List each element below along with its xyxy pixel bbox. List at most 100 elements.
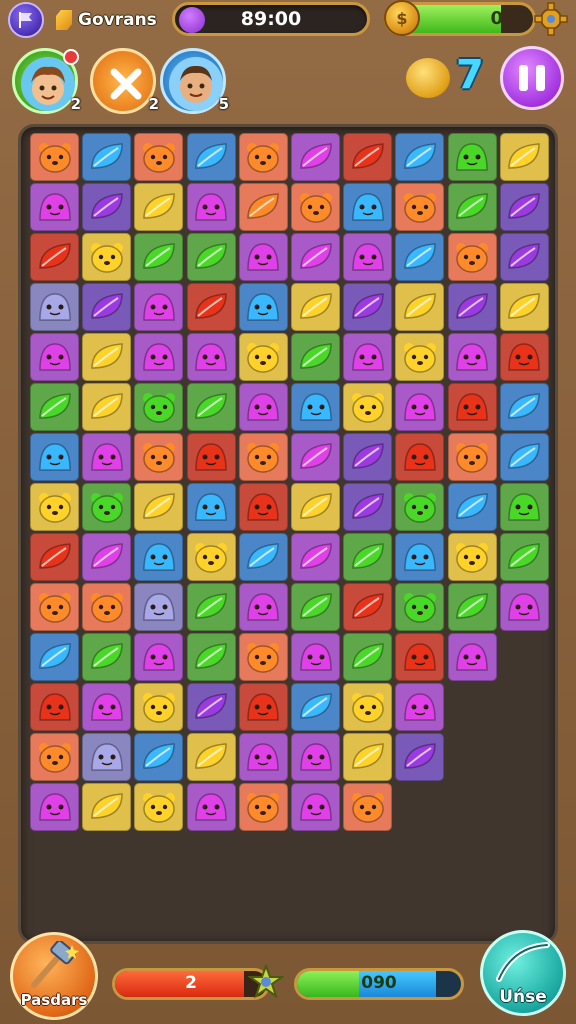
tile-cyan-slime[interactable] [343,183,393,231]
pause-button[interactable] [500,46,564,110]
tile-yellow-leaf[interactable] [82,383,132,431]
tile-orange-hamster[interactable] [447,433,497,481]
tile-violet-leaf[interactable] [343,433,393,481]
tile-cyan-leaf[interactable] [447,483,497,531]
tile-cyan-slime[interactable] [134,533,184,581]
tile-orange-hamster[interactable] [82,583,132,631]
tile-red-slime[interactable] [447,383,497,431]
gear-icon[interactable] [534,2,568,36]
tile-orange-hamster[interactable] [395,183,445,231]
tile-green-slime[interactable] [447,133,497,181]
tile-cyan-leaf[interactable] [395,233,445,281]
tile-magenta-leaf[interactable] [291,433,340,481]
menu-button[interactable] [8,2,44,38]
tile-cyan-leaf[interactable] [238,533,288,581]
tile-green-leaf[interactable] [447,583,497,631]
tile-red-leaf[interactable] [30,533,79,581]
tile-green-leaf[interactable] [186,583,236,631]
tile-cyan-slime[interactable] [30,433,79,481]
tile-violet-leaf[interactable] [82,283,132,331]
tile-green-leaf[interactable] [186,383,236,431]
tile-magenta-slime[interactable] [238,383,288,431]
tile-cyan-leaf[interactable] [395,133,445,181]
tile-yellow-leaf[interactable] [82,333,132,381]
tile-magenta-slime[interactable] [30,183,79,231]
use-button[interactable]: Uńse [480,930,566,1016]
tile-cyan-leaf[interactable] [499,383,549,431]
tile-magenta-slime[interactable] [395,683,445,731]
tile-orange-hamster[interactable] [238,633,288,681]
tile-cyan-slime[interactable] [186,483,236,531]
tile-violet-leaf[interactable] [82,183,132,231]
tile-orange-hamster[interactable] [447,233,497,281]
tile-red-leaf[interactable] [343,583,393,631]
tile-magenta-slime[interactable] [30,783,79,831]
tile-green-leaf[interactable] [343,533,393,581]
tile-green-slime[interactable] [499,483,549,531]
tile-magenta-leaf[interactable] [291,133,340,181]
tile-cyan-slime[interactable] [291,383,340,431]
tile-magenta-slime[interactable] [343,333,393,381]
tile-magenta-slime[interactable] [447,333,497,381]
tile-violet-leaf[interactable] [343,283,393,331]
tile-red-leaf[interactable] [186,283,236,331]
tile-cyan-leaf[interactable] [186,133,236,181]
tile-cyan-leaf[interactable] [30,633,79,681]
player-avatar[interactable]: 2 [12,48,81,114]
tile-yellow-leaf[interactable] [395,283,445,331]
tile-magenta-slime[interactable] [186,783,236,831]
tile-magenta-leaf[interactable] [291,233,340,281]
tile-orange-hamster[interactable] [238,433,288,481]
tile-red-slime[interactable] [30,683,79,731]
tile-green-hamster[interactable] [395,583,445,631]
tile-red-slime[interactable] [395,433,445,481]
tile-yellow-leaf[interactable] [291,483,340,531]
tile-red-slime[interactable] [499,333,549,381]
tile-green-hamster[interactable] [82,483,132,531]
tile-yellow-hamster[interactable] [343,383,393,431]
tile-cyan-leaf[interactable] [499,433,549,481]
tile-green-leaf[interactable] [291,333,340,381]
tile-cyan-slime[interactable] [238,283,288,331]
tile-yellow-hamster[interactable] [343,683,393,731]
tile-yellow-hamster[interactable] [82,233,132,281]
tile-red-slime[interactable] [186,433,236,481]
tile-orange-hamster[interactable] [291,183,340,231]
tile-magenta-slime[interactable] [134,283,184,331]
tile-magenta-slime[interactable] [186,183,236,231]
tile-yellow-hamster[interactable] [447,533,497,581]
opponent-avatar[interactable]: 2 [90,48,159,114]
tile-orange-leaf[interactable] [238,183,288,231]
tile-magenta-slime[interactable] [238,583,288,631]
tile-cyan-leaf[interactable] [82,133,132,181]
tile-yellow-hamster[interactable] [134,783,184,831]
tile-red-slime[interactable] [238,483,288,531]
tile-magenta-slime[interactable] [134,333,184,381]
tile-yellow-leaf[interactable] [291,283,340,331]
tile-green-leaf[interactable] [447,183,497,231]
tile-magenta-slime[interactable] [343,233,393,281]
tile-red-leaf[interactable] [343,133,393,181]
tile-yellow-hamster[interactable] [395,333,445,381]
boost-button[interactable]: Pasdars [10,932,98,1020]
tile-magenta-slime[interactable] [238,233,288,281]
friend-avatar[interactable]: 5 [160,48,229,114]
tile-yellow-leaf[interactable] [186,733,236,781]
tile-orange-hamster[interactable] [30,133,79,181]
tile-magenta-slime[interactable] [82,683,132,731]
tile-magenta-leaf[interactable] [291,533,340,581]
tile-green-leaf[interactable] [291,583,340,631]
tile-green-leaf[interactable] [30,383,79,431]
tile-magenta-slime[interactable] [291,733,340,781]
tile-lavender-slime[interactable] [30,283,79,331]
tile-green-leaf[interactable] [186,233,236,281]
tile-cyan-leaf[interactable] [134,733,184,781]
tile-yellow-leaf[interactable] [343,733,393,781]
tile-magenta-slime[interactable] [186,333,236,381]
tile-yellow-hamster[interactable] [238,333,288,381]
tile-magenta-slime[interactable] [82,433,132,481]
tile-yellow-leaf[interactable] [134,483,184,531]
tile-violet-leaf[interactable] [343,483,393,531]
tile-orange-hamster[interactable] [134,433,184,481]
tile-orange-hamster[interactable] [134,133,184,181]
